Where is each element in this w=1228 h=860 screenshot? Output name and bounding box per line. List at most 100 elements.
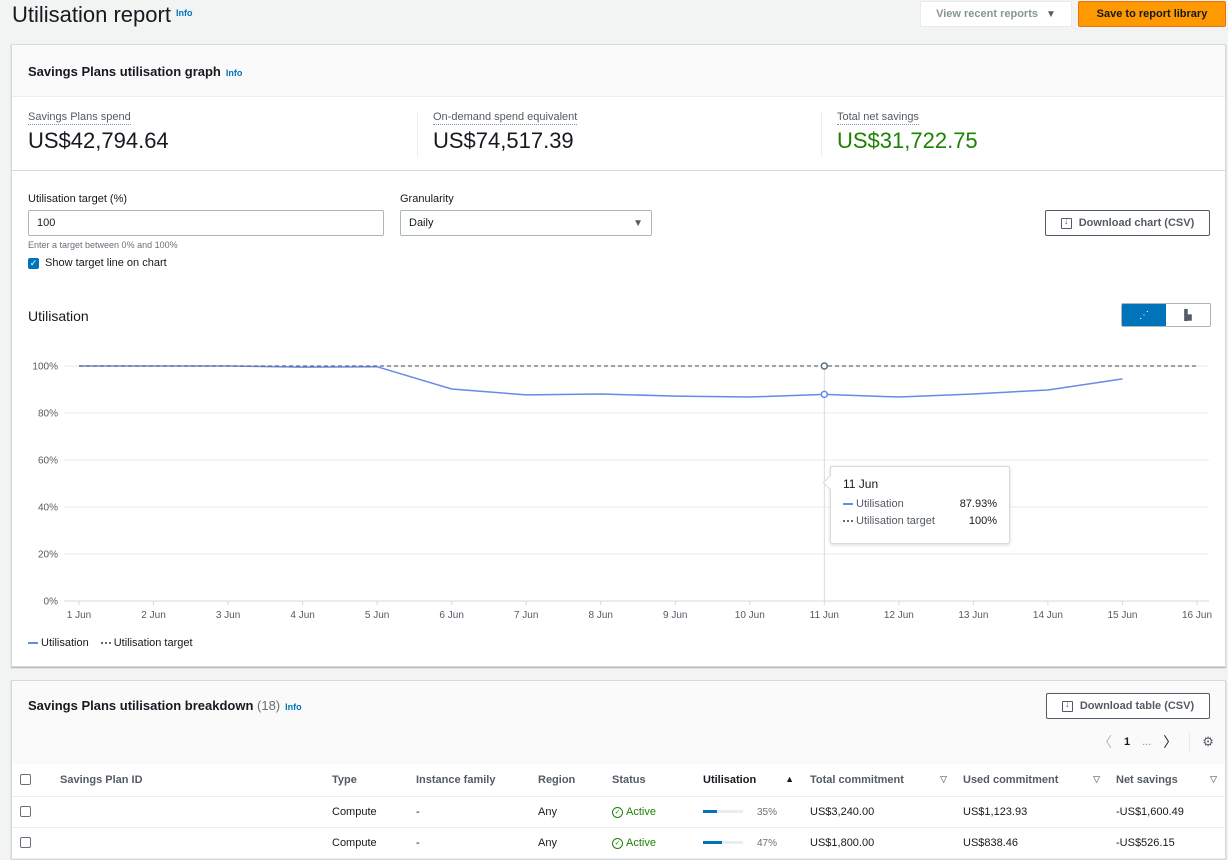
- view-recent-reports-dropdown[interactable]: View recent reports ▼: [920, 1, 1072, 27]
- view-recent-reports-label: View recent reports: [936, 8, 1038, 20]
- breakdown-title-text: Savings Plans utilisation breakdown: [28, 698, 254, 713]
- page-info-link[interactable]: Info: [176, 8, 193, 18]
- chart-legend: Utilisation Utilisation target: [28, 637, 193, 649]
- x-tick-label: 16 Jun: [1182, 610, 1212, 621]
- caret-down-icon: ▼: [1046, 8, 1056, 20]
- metric-label[interactable]: Total net savings: [837, 111, 919, 125]
- graph-info-link[interactable]: Info: [226, 68, 243, 78]
- cell-total-commitment: US$3,240.00: [802, 796, 955, 828]
- download-chart-label: Download chart (CSV): [1078, 217, 1195, 229]
- row-checkbox[interactable]: [20, 806, 31, 818]
- x-tick-label: 4 Jun: [290, 610, 314, 621]
- breakdown-info-link[interactable]: Info: [285, 702, 302, 712]
- x-tick-label: 12 Jun: [884, 610, 914, 621]
- utilisation-progress-fill: [703, 810, 717, 814]
- column-header-label: Net savings: [1116, 773, 1178, 786]
- granularity-value: Daily: [409, 217, 434, 229]
- x-tick-label: 2 Jun: [141, 610, 165, 621]
- granularity-select[interactable]: Daily ▼: [400, 210, 652, 236]
- cell-utilisation: 35%: [695, 796, 802, 828]
- download-icon: [1061, 699, 1073, 712]
- next-page-icon[interactable]: 〉: [1163, 732, 1177, 752]
- page-number-current[interactable]: 1: [1124, 736, 1130, 748]
- metric-savings-plans-spend: Savings Plans spend US$42,794.64: [28, 109, 169, 161]
- row-select-cell: [12, 827, 52, 859]
- x-tick-label: 8 Jun: [588, 610, 612, 621]
- legend-swatch-dashed: [100, 642, 111, 645]
- x-tick-label: 6 Jun: [439, 610, 463, 621]
- column-header-utilisation[interactable]: Utilisation ▲: [695, 764, 802, 797]
- page-header: Utilisation report Info View recent repor…: [0, 0, 1228, 34]
- x-tick-label: 1 Jun: [67, 610, 91, 621]
- sort-icon: ▽: [1210, 773, 1217, 784]
- gear-icon[interactable]: ⚙: [1202, 734, 1214, 750]
- column-header-type[interactable]: Type: [324, 764, 408, 797]
- column-header-savings-plan-id[interactable]: Savings Plan ID: [52, 764, 324, 797]
- download-chart-csv-button[interactable]: Download chart (CSV): [1045, 210, 1210, 236]
- metric-label[interactable]: Savings Plans spend: [28, 111, 131, 125]
- pagination: 〈 1 ... 〉 ⚙: [1098, 732, 1214, 752]
- row-checkbox[interactable]: [20, 837, 31, 849]
- metric-divider: [821, 111, 822, 157]
- y-tick-label: 100%: [32, 362, 58, 373]
- utilisation-graph-card: Savings Plans utilisation graph Info Savi…: [11, 44, 1226, 667]
- column-header-status[interactable]: Status: [604, 764, 695, 797]
- cell-savings-plan-id[interactable]: [52, 827, 324, 859]
- metric-value: US$74,517.39: [433, 128, 574, 153]
- utilisation-progress-fill: [703, 841, 722, 845]
- utilisation-target-hint: Enter a target between 0% and 100%: [28, 240, 178, 250]
- tooltip-row-target: Utilisation target 100%: [843, 515, 997, 527]
- cell-used-commitment: US$838.46: [955, 827, 1108, 859]
- cell-instance-family: -: [408, 796, 530, 828]
- tooltip-row-utilisation: Utilisation 87.93%: [843, 498, 997, 510]
- legend-item-utilisation[interactable]: Utilisation: [28, 637, 89, 649]
- check-circle-icon: ✓: [612, 837, 623, 849]
- column-header-used-commitment[interactable]: Used commitment ▽: [955, 764, 1108, 797]
- cell-type: Compute: [324, 796, 408, 828]
- x-tick-label: 13 Jun: [958, 610, 988, 621]
- y-tick-label: 0%: [44, 597, 59, 608]
- status-text: Active: [626, 806, 656, 819]
- utilisation-chart: Utilisation ⋰ ▐▖ 0% 20% 40% 60% 80% 100% 1 Jun…: [12, 288, 1225, 668]
- column-header-total-commitment[interactable]: Total commitment ▽: [802, 764, 955, 797]
- metric-label[interactable]: On-demand spend equivalent: [433, 111, 578, 125]
- cell-status: ✓ Active: [604, 796, 695, 828]
- column-header-instance-family[interactable]: Instance family: [408, 764, 530, 797]
- graph-card-header: Savings Plans utilisation graph Info: [12, 45, 1225, 97]
- breakdown-card-header: Savings Plans utilisation breakdown (18)…: [12, 681, 1225, 764]
- column-header-label: Utilisation: [703, 773, 757, 786]
- download-table-label: Download table (CSV): [1079, 700, 1195, 712]
- cell-total-commitment: US$1,800.00: [802, 827, 955, 859]
- select-all-checkbox[interactable]: [20, 774, 31, 786]
- metric-value: US$42,794.64: [28, 128, 169, 153]
- save-to-report-library-button[interactable]: Save to report library: [1078, 1, 1226, 27]
- chart-plot-area: 0% 20% 40% 60% 80% 100% 1 Jun 2 Jun 3 Jun 4 Jun 5 …: [32, 362, 1212, 622]
- utilisation-percent: 47%: [757, 837, 778, 849]
- caret-down-icon: ▼: [633, 217, 643, 229]
- metric-total-net-savings: Total net savings US$31,722.75: [837, 109, 978, 161]
- x-tick-label: 3 Jun: [216, 610, 240, 621]
- checkbox-checked-icon[interactable]: ✓: [28, 257, 39, 269]
- utilisation-progress-bar: [703, 810, 743, 814]
- column-header-net-savings[interactable]: Net savings ▽: [1108, 764, 1225, 797]
- status-badge: ✓ Active: [612, 837, 656, 849]
- utilisation-progress-bar: [703, 841, 743, 845]
- chart-tooltip: 11 Jun Utilisation 87.93% Utilisation ta…: [830, 466, 1010, 544]
- cell-used-commitment: US$1,123.93: [955, 796, 1108, 828]
- y-tick-label: 20%: [38, 550, 58, 561]
- show-target-line-checkbox[interactable]: ✓ Show target line on chart: [28, 257, 167, 269]
- previous-page-icon[interactable]: 〈: [1098, 732, 1112, 752]
- download-table-csv-button[interactable]: Download table (CSV): [1046, 693, 1210, 719]
- x-tick-label: 15 Jun: [1107, 610, 1137, 621]
- column-header-label: Total commitment: [810, 773, 904, 786]
- utilisation-target-input[interactable]: 100: [28, 210, 384, 236]
- legend-item-utilisation-target[interactable]: Utilisation target: [100, 637, 193, 649]
- cell-savings-plan-id[interactable]: [52, 796, 324, 828]
- row-select-cell: [12, 796, 52, 828]
- column-header-region[interactable]: Region: [530, 764, 604, 797]
- tooltip-value: 100%: [968, 515, 997, 527]
- legend-swatch-dashed: [843, 520, 853, 523]
- page-title: Utilisation report Info: [12, 2, 192, 28]
- breakdown-title: Savings Plans utilisation breakdown (18)…: [28, 698, 302, 713]
- x-tick-label: 10 Jun: [735, 610, 765, 621]
